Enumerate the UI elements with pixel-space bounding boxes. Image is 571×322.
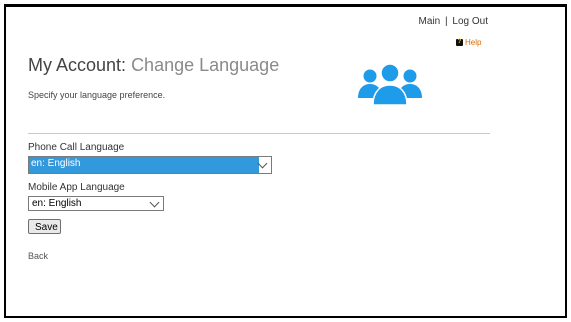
chevron-down-icon [257, 158, 268, 169]
help-label: Help [465, 38, 482, 47]
mobile-language-select[interactable]: en: English [28, 196, 164, 211]
page-title-main: My Account: [28, 55, 127, 75]
chevron-down-icon [149, 197, 160, 208]
back-link[interactable]: Back [28, 251, 48, 261]
top-nav: Main | Log Out [419, 16, 488, 27]
save-button[interactable]: Save [28, 219, 61, 234]
phone-language-value: en: English [29, 157, 259, 173]
phone-language-select[interactable]: en: English [28, 156, 272, 174]
page-title: My Account: Change Language [28, 55, 279, 76]
people-group-icon [358, 63, 422, 106]
logout-link[interactable]: Log Out [452, 16, 488, 27]
main-link[interactable]: Main [419, 16, 441, 27]
section-divider [28, 133, 490, 134]
mobile-language-value: en: English [32, 198, 82, 209]
mobile-language-label: Mobile App Language [28, 182, 125, 193]
nav-separator: | [445, 16, 448, 27]
help-link[interactable]: ? Help [456, 38, 481, 47]
help-icon: ? [456, 39, 463, 46]
page-title-sub: Change Language [131, 55, 280, 75]
phone-language-label: Phone Call Language [28, 142, 125, 153]
page-description: Specify your language preference. [28, 90, 166, 100]
